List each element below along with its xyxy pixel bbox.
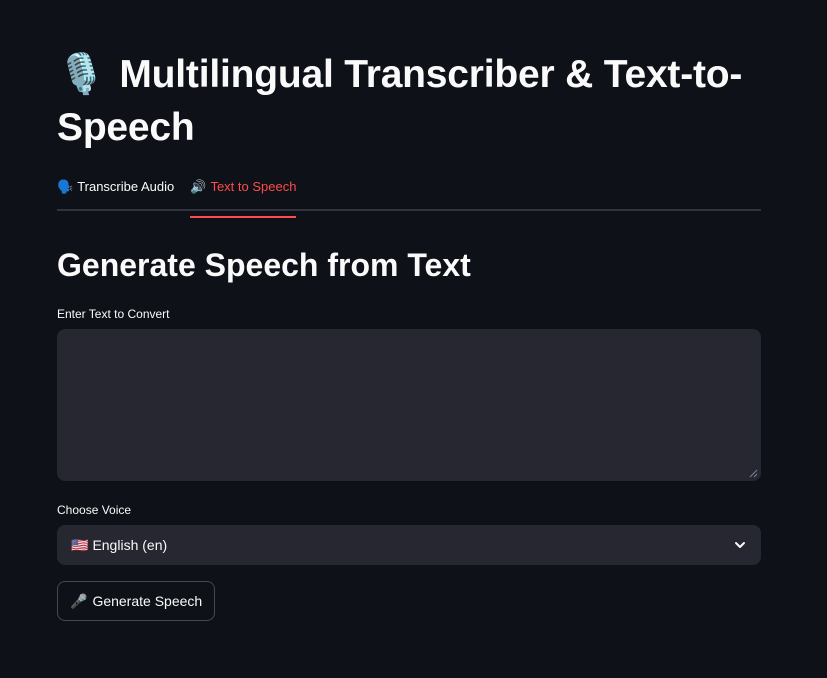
speaker-icon: 🔊 (190, 179, 207, 194)
tab-bar: 🗣️ Transcribe Audio 🔊 Text to Speech (57, 172, 761, 218)
generate-speech-button[interactable]: 🎤 Generate Speech (57, 581, 216, 621)
chevron-down-icon (735, 542, 745, 548)
tab-label: Transcribe Audio (77, 179, 175, 194)
text-input-label: Enter Text to Convert (57, 307, 170, 321)
voice-select[interactable]: 🇺🇸 English (en) (57, 525, 761, 565)
speaking-head-icon: 🗣️ (57, 179, 74, 194)
microphone-icon: 🎙️ (57, 53, 106, 96)
tab-transcribe-audio[interactable]: 🗣️ Transcribe Audio (57, 172, 174, 209)
section-heading: Generate Speech from Text (57, 247, 471, 283)
tab-label: Text to Speech (210, 179, 297, 194)
microphone-icon: 🎤 (70, 592, 88, 609)
us-flag-icon: 🇺🇸 (71, 536, 89, 553)
resize-grip-icon[interactable] (749, 469, 758, 478)
tab-text-to-speech[interactable]: 🔊 Text to Speech (190, 172, 297, 218)
voice-select-text: English (en) (92, 536, 168, 553)
generate-speech-label: Generate Speech (92, 593, 203, 609)
page-title: 🎙️ Multilingual Transcriber & Text-to-Spe… (57, 48, 761, 154)
page-title-text: Multilingual Transcriber & Text-to-Speec… (57, 53, 743, 149)
voice-select-value: 🇺🇸 English (en) (71, 537, 733, 554)
text-to-convert-input[interactable] (57, 329, 761, 481)
voice-select-label: Choose Voice (57, 503, 132, 517)
